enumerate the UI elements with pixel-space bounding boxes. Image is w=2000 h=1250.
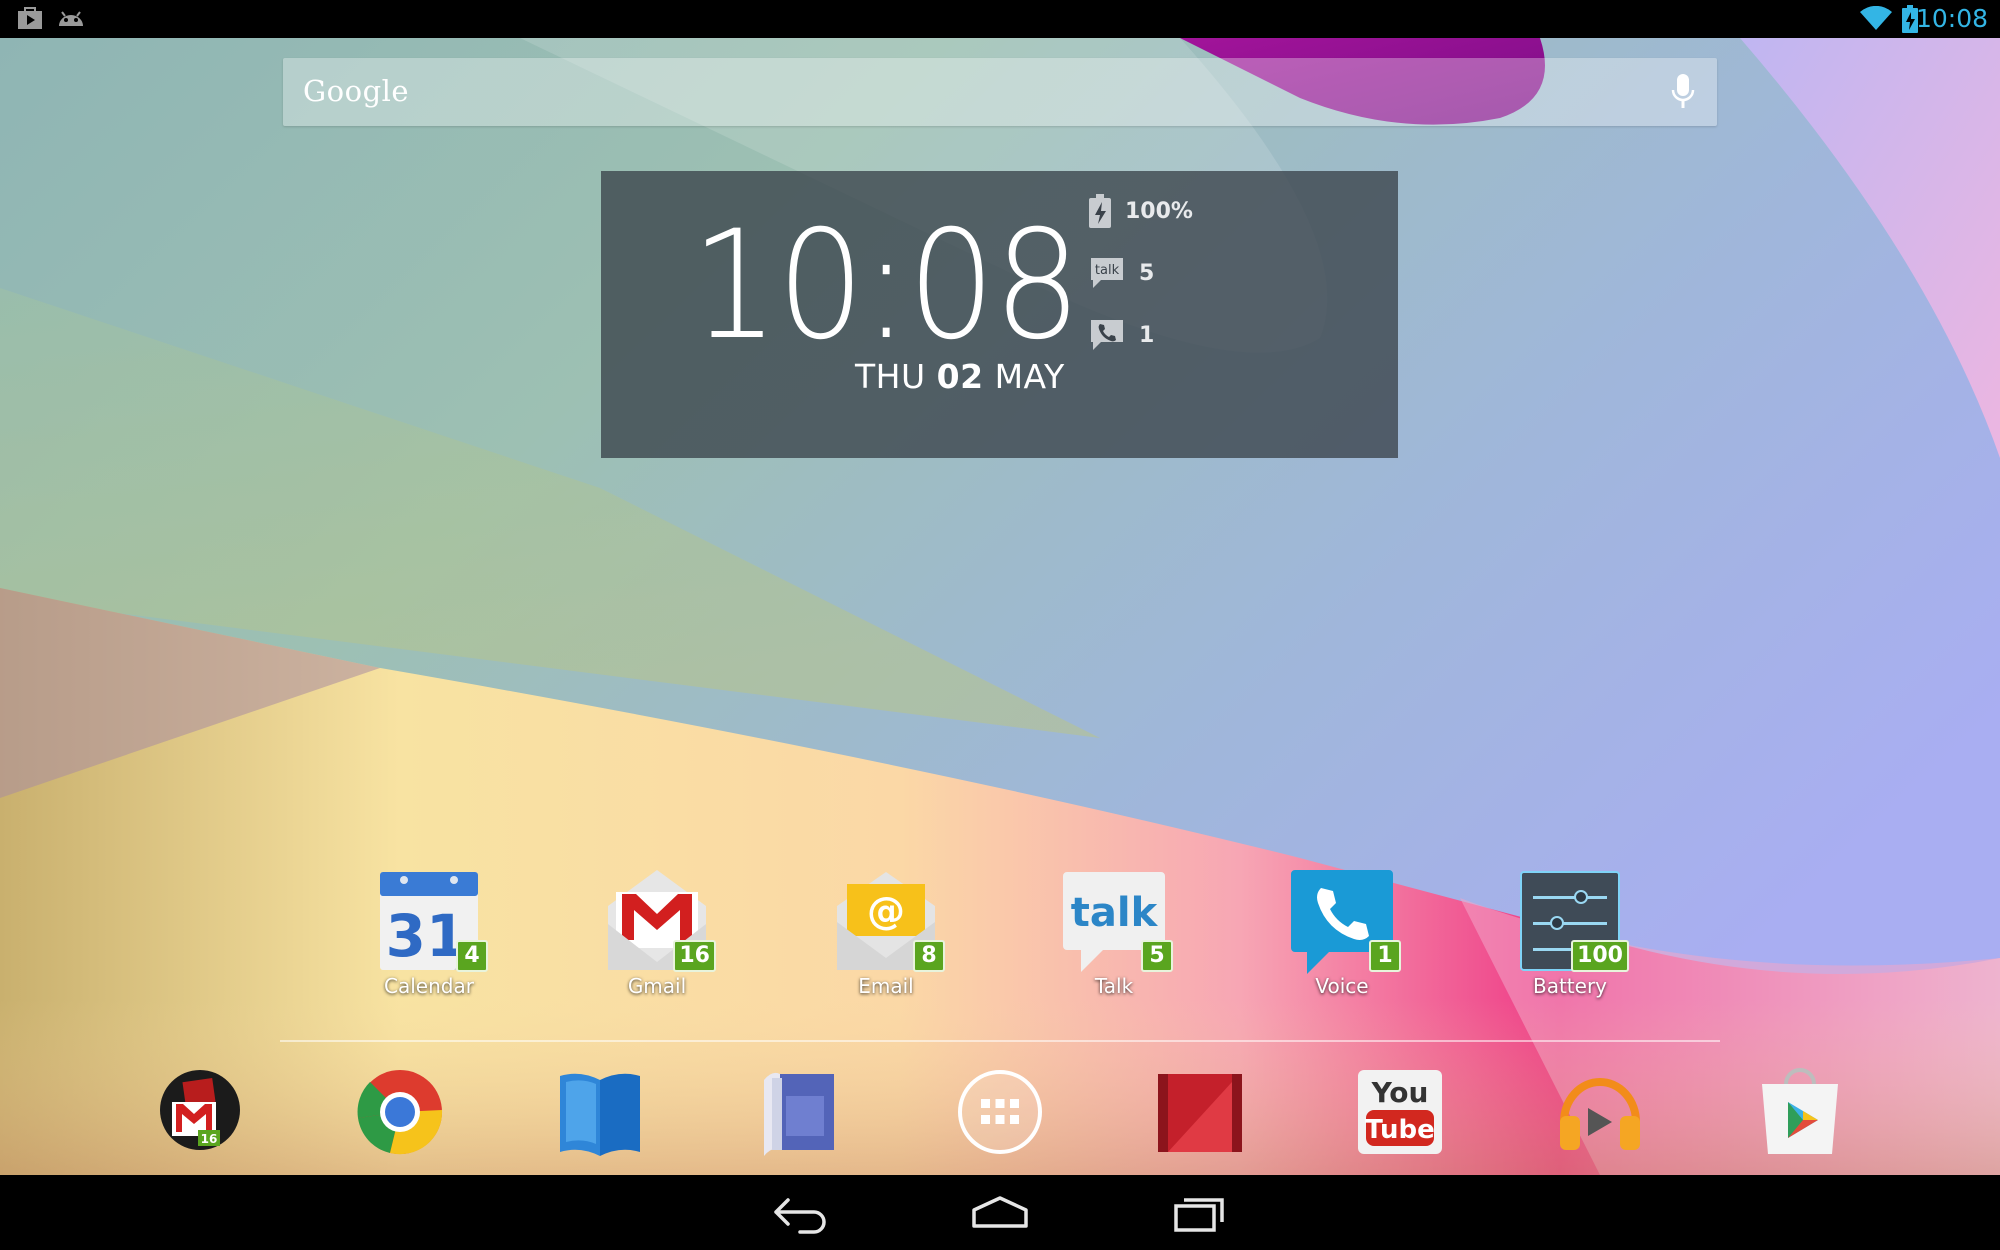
clock-month: MAY (994, 357, 1065, 396)
notification-badge: 16 (673, 940, 716, 972)
notification-badge: 1 (1369, 940, 1401, 972)
play-music-icon[interactable] (1550, 1062, 1650, 1162)
calendar-icon[interactable]: 31 4 (374, 866, 488, 976)
talk-icon: talk (1091, 258, 1123, 288)
notification-badge: 5 (1141, 940, 1173, 972)
gmail-widget-badge: 16 (201, 1132, 218, 1146)
play-store-notification-icon[interactable] (16, 6, 44, 34)
missed-call-stat-value: 1 (1139, 322, 1155, 348)
gmail-icon[interactable]: 16 (602, 866, 716, 976)
email-icon-text: @ (867, 889, 905, 933)
app-label: Calendar (384, 974, 474, 998)
calendar-icon-text: 31 (386, 902, 467, 970)
clock-widget[interactable]: 10:08 THU 02 MAY 100% talk 5 1 (601, 171, 1398, 458)
app-label: Battery (1532, 974, 1608, 998)
play-store-icon[interactable] (1750, 1062, 1850, 1162)
youtube-icon[interactable]: You Tube (1350, 1062, 1450, 1162)
email-icon[interactable]: @ 8 (831, 866, 945, 976)
magazines-icon[interactable] (750, 1062, 850, 1162)
clock-date: THU 02 MAY (855, 357, 1065, 396)
clock-time: 10:08 (691, 199, 1081, 373)
mic-icon[interactable] (1671, 72, 1695, 116)
app-talk[interactable]: talk 5 Talk (1034, 866, 1194, 998)
app-label: Gmail (627, 974, 687, 998)
app-drawer-icon[interactable] (950, 1062, 1050, 1162)
clock-day-number: 02 (936, 357, 984, 396)
dock-divider (280, 1040, 1720, 1042)
notification-badge: 100 (1571, 940, 1629, 972)
missed-call-stat: 1 (1089, 317, 1154, 353)
youtube-icon-top: You (1371, 1076, 1429, 1109)
battery-settings-icon[interactable]: 100 (1515, 866, 1629, 976)
app-gmail[interactable]: 16 Gmail (577, 866, 737, 998)
talk-icon[interactable]: talk 5 (1059, 866, 1173, 976)
wifi-icon[interactable] (1860, 5, 1892, 34)
play-books-icon[interactable] (550, 1062, 650, 1162)
app-label: Talk (1094, 974, 1134, 998)
talk-icon-text: talk (1071, 890, 1159, 936)
youtube-icon-bottom: Tube (1365, 1115, 1435, 1145)
status-bar-clock: 10:08 (1915, 4, 1988, 33)
notification-badge: 4 (456, 940, 488, 972)
app-label: Email (858, 974, 914, 998)
app-battery[interactable]: 100 Battery (1490, 866, 1650, 998)
clock-day: THU (855, 357, 926, 396)
phone-icon (1091, 320, 1123, 350)
gmail-widget-icon[interactable]: 16 (150, 1062, 250, 1162)
google-logo[interactable]: Google (303, 74, 409, 108)
talk-icon-text: talk (1095, 263, 1120, 278)
chrome-icon[interactable] (350, 1062, 450, 1162)
status-bar[interactable]: 10:08 (0, 0, 2000, 38)
play-movies-icon[interactable] (1150, 1062, 1250, 1162)
voice-icon[interactable]: 1 (1287, 866, 1401, 976)
talk-stat-value: 5 (1139, 260, 1155, 286)
recents-icon[interactable] (1172, 1190, 1228, 1238)
app-voice[interactable]: 1 Voice (1262, 866, 1422, 998)
battery-stat: 100% (1089, 193, 1193, 229)
google-search-bar[interactable]: Google (283, 58, 1717, 126)
app-email[interactable]: @ 8 Email (806, 866, 966, 998)
notification-badge: 8 (913, 940, 945, 972)
talk-stat: talk 5 (1089, 255, 1154, 291)
android-notification-icon[interactable] (56, 6, 86, 34)
navigation-bar[interactable] (0, 1175, 2000, 1250)
battery-charging-icon (1089, 194, 1111, 228)
back-icon[interactable] (772, 1190, 828, 1238)
app-label: Voice (1315, 974, 1369, 998)
home-icon[interactable] (970, 1190, 1030, 1238)
battery-stat-value: 100% (1125, 198, 1193, 224)
app-calendar[interactable]: 31 4 Calendar (349, 866, 509, 998)
